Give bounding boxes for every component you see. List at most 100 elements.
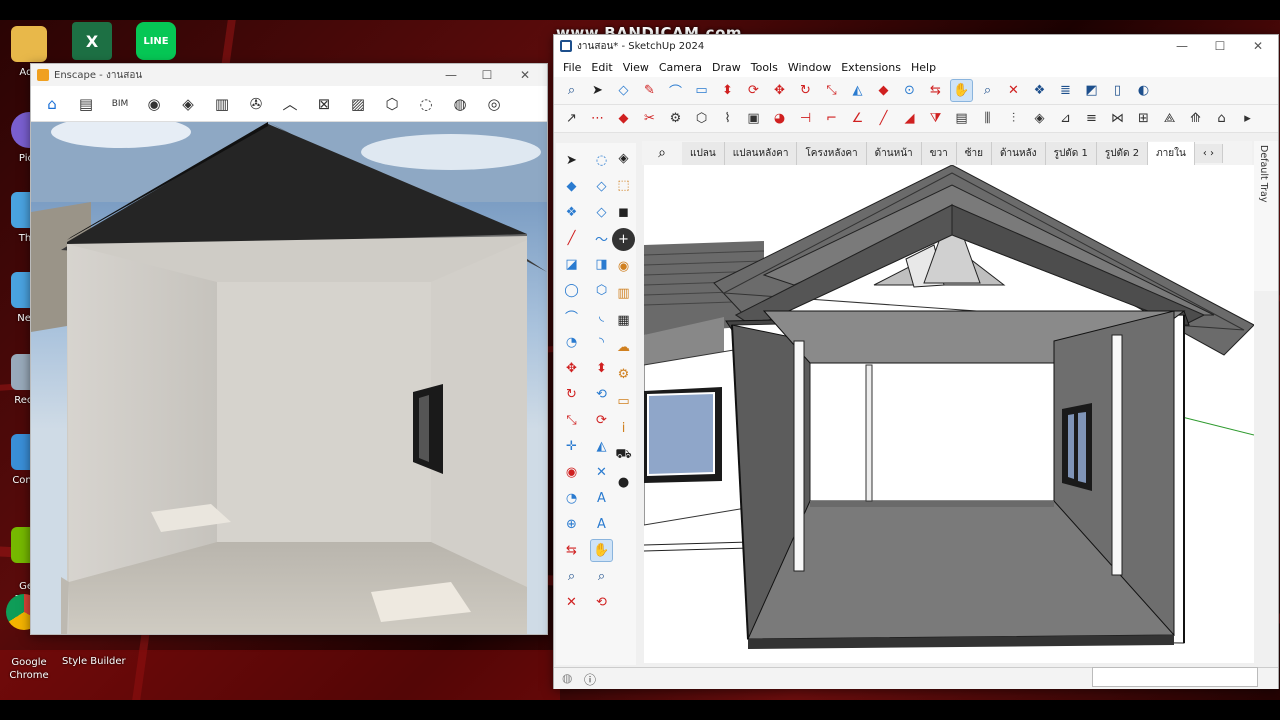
previous-view-icon[interactable]: ⟲ (590, 591, 613, 614)
axes2-icon[interactable]: ⊕ (560, 513, 583, 536)
layers-icon[interactable]: ≣ (1054, 79, 1077, 102)
cube-icon[interactable]: ⬡ (377, 90, 407, 118)
scene-tab[interactable]: ด้านหน้า (866, 141, 922, 165)
compass-icon[interactable]: ◈ (173, 90, 203, 118)
scale-tool-icon[interactable]: ⤡ (560, 409, 583, 432)
maximize-icon[interactable]: ☐ (471, 64, 503, 86)
polyline-icon[interactable]: ⋯ (586, 107, 609, 130)
rotated-rect-icon[interactable]: ◨ (590, 253, 613, 276)
extension-warehouse-icon[interactable]: ⬚ (612, 174, 635, 197)
enscape-title-bar[interactable]: Enscape - งานสอน — ☐ ✕ (31, 64, 547, 86)
walk-tool-icon[interactable]: ⇆ (560, 539, 583, 562)
scene-tab[interactable]: ขวา (921, 141, 957, 165)
menu-edit[interactable]: Edit (586, 61, 617, 74)
section-tool-icon[interactable]: ◉ (560, 461, 583, 484)
pan-tool-icon[interactable]: ✋ (590, 539, 613, 562)
joist-icon[interactable]: ⋈ (1106, 107, 1129, 130)
camera-icon[interactable]: ◼ (612, 201, 635, 224)
move-icon[interactable]: ✥ (768, 79, 791, 102)
push-pull-icon[interactable]: ⬍ (716, 79, 739, 102)
pan-hand-icon[interactable]: ✋ (950, 79, 973, 102)
zoom-icon[interactable]: ⌕ (976, 79, 999, 102)
minimize-icon[interactable]: — (1166, 35, 1198, 57)
follow-icon[interactable]: ⟲ (590, 383, 613, 406)
maximize-icon[interactable]: ☐ (1204, 35, 1236, 57)
angle-icon[interactable]: ∠ (846, 107, 869, 130)
scene-tab[interactable]: รูปตัด 2 (1096, 141, 1149, 165)
array-icon[interactable]: ⫶ (1002, 107, 1025, 130)
solid-icon[interactable]: ⬡ (690, 107, 713, 130)
collapse-chevron-icon[interactable]: ︿ (275, 90, 305, 118)
arc-tool-icon[interactable]: ⌒ (560, 305, 583, 328)
3d-text-icon[interactable]: A (590, 513, 613, 536)
offset-icon[interactable]: ⟳ (590, 409, 613, 432)
dimension-icon[interactable]: ✕ (590, 461, 613, 484)
zoom-extents-tool-icon[interactable]: ✕ (560, 591, 583, 614)
account-icon[interactable]: ● (612, 471, 635, 494)
image-icon[interactable]: ▨ (343, 90, 373, 118)
components-icon[interactable]: ❖ (1028, 79, 1051, 102)
scale-icon[interactable]: ⤡ (820, 79, 843, 102)
film-reel-icon[interactable]: ✇ (241, 90, 271, 118)
arc2-icon[interactable]: ◟ (590, 305, 613, 328)
measurements-box[interactable] (1092, 667, 1258, 687)
page-icon[interactable]: ▯ (1106, 79, 1129, 102)
3d-warehouse-icon[interactable]: ◈ (612, 147, 635, 170)
bim-icon[interactable]: BIM (105, 90, 135, 118)
follow-me-icon[interactable]: ↗ (560, 107, 583, 130)
menu-draw[interactable]: Draw (707, 61, 746, 74)
tag-icon[interactable]: ◇ (590, 201, 613, 224)
home-icon[interactable]: ⌂ (37, 90, 67, 118)
protractor-icon[interactable]: ◭ (590, 435, 613, 458)
scene-tab[interactable]: ภายใน (1148, 141, 1195, 165)
message-icon[interactable]: ▭ (612, 390, 635, 413)
excel-icon[interactable]: X (72, 22, 112, 60)
arc-icon[interactable]: ⌒ (664, 79, 687, 102)
text-icon[interactable]: A (590, 487, 613, 510)
tape-measure-icon[interactable]: ⊙ (898, 79, 921, 102)
info-icon[interactable]: i (612, 417, 635, 440)
scene-tab[interactable]: แปลนหลังคา (724, 141, 798, 165)
menu-view[interactable]: View (618, 61, 654, 74)
menu-help[interactable]: Help (906, 61, 941, 74)
orbit-icon[interactable]: ⟳ (742, 79, 765, 102)
close-icon[interactable]: ✕ (1242, 35, 1274, 57)
gear-icon[interactable]: ⚙ (664, 107, 687, 130)
components-tool-icon[interactable]: ❖ (560, 201, 583, 224)
building-icon[interactable]: ▥ (207, 90, 237, 118)
eraser-icon[interactable]: ◇ (612, 79, 635, 102)
zoom-tool-icon[interactable]: ⌕ (560, 565, 583, 588)
frame-icon[interactable]: ⊞ (1132, 107, 1155, 130)
eye-view-icon[interactable]: ◉ (139, 90, 169, 118)
lasso-icon[interactable]: ◌ (590, 149, 613, 172)
extrude-icon[interactable]: ◆ (612, 107, 635, 130)
menu-window[interactable]: Window (783, 61, 836, 74)
split-icon[interactable]: ⊣ (794, 107, 817, 130)
cart-icon[interactable]: ⛟ (612, 444, 635, 467)
document-icon[interactable]: ▤ (71, 90, 101, 118)
paint-icon[interactable]: ◆ (560, 175, 583, 198)
scene-tab[interactable]: แปลน (682, 141, 725, 165)
pie-icon[interactable]: ◔ (560, 331, 583, 354)
styles-icon[interactable]: ◩ (1080, 79, 1103, 102)
zoom-window-icon[interactable]: ⌕ (590, 565, 613, 588)
cut-icon[interactable]: ⊿ (1054, 107, 1077, 130)
menu-tools[interactable]: Tools (746, 61, 783, 74)
checker-icon[interactable]: ▦ (612, 309, 635, 332)
scene-tab[interactable]: โครงหลังคา (797, 141, 867, 165)
beam-icon[interactable]: ⟰ (1184, 107, 1207, 130)
rotate-icon[interactable]: ↻ (794, 79, 817, 102)
section-icon[interactable]: ◭ (846, 79, 869, 102)
truss-icon[interactable]: ⟁ (1158, 107, 1181, 130)
sketchup-title-bar[interactable]: งานสอน* - SketchUp 2024 — ☐ ✕ (554, 35, 1278, 57)
box-icon[interactable]: ▣ (742, 107, 765, 130)
scene-tab-scroll-icon[interactable]: ‹ › (1194, 143, 1224, 163)
close-icon[interactable]: ✕ (509, 64, 541, 86)
info-status-icon[interactable]: ⓘ (584, 671, 596, 688)
material-icon[interactable]: ◌ (411, 90, 441, 118)
search-icon[interactable]: ⌕ (560, 79, 583, 102)
rafter-icon[interactable]: ≡ (1080, 107, 1103, 130)
corner-icon[interactable]: ⌐ (820, 107, 843, 130)
fence-icon[interactable]: ⫼ (976, 107, 999, 130)
move-tool-icon[interactable]: ✥ (560, 357, 583, 380)
